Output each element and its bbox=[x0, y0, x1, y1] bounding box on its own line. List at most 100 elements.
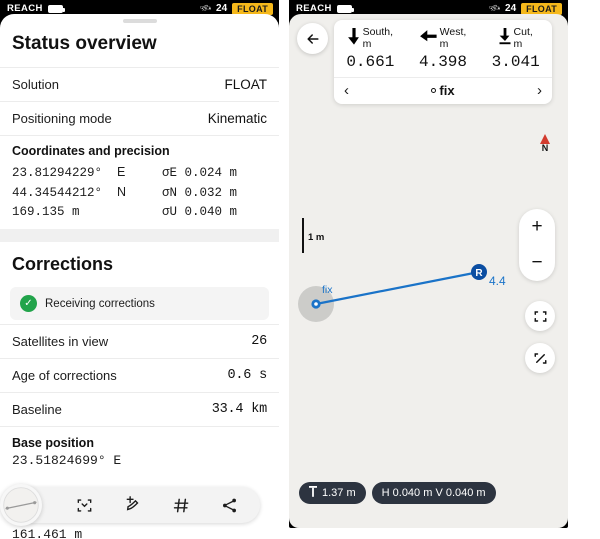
distance-label: 4.4 bbox=[489, 274, 506, 288]
coordinates-section: Coordinates and precision 23.81294229° E… bbox=[0, 135, 279, 229]
battery-icon bbox=[336, 4, 354, 13]
share-icon[interactable] bbox=[214, 489, 246, 521]
current-point-label: fix bbox=[322, 284, 333, 296]
table-row[interactable]: Solution FLOAT bbox=[0, 67, 279, 101]
map-view[interactable]: R fix 4.4 South, m 0.661 West, m 4.398 C… bbox=[289, 14, 568, 528]
coordinate-value: 23.81294229° E bbox=[12, 165, 162, 180]
coordinate-value: 44.34544212° N bbox=[12, 185, 162, 200]
coordinates-list: 23.81294229° E σE 0.024 m 44.34544212° N… bbox=[0, 162, 279, 229]
fit-points-icon[interactable] bbox=[69, 489, 101, 521]
banner-text: Receiving corrections bbox=[45, 297, 155, 310]
antenna-height-value: 1.37 m bbox=[322, 487, 356, 499]
status-bar-right: 🛰 24 FLOAT bbox=[198, 1, 273, 15]
coordinates-heading: Coordinates and precision bbox=[12, 144, 170, 158]
nav-value: 0.661 bbox=[346, 53, 395, 72]
row-value: FLOAT bbox=[224, 77, 267, 92]
screenshot-root: REACH 🛰 24 FLOAT Status overview Solutio… bbox=[0, 0, 600, 539]
base-position-line: 23.51824699° E bbox=[12, 453, 122, 468]
nav-cell-south: South, m 0.661 bbox=[334, 20, 407, 77]
precision-value: H 0.040 m V 0.040 m bbox=[381, 487, 486, 499]
compass-label: N bbox=[541, 143, 549, 153]
base-position-heading: Base position bbox=[12, 436, 94, 450]
nav-cell-cut: Cut, m 3.041 bbox=[479, 20, 552, 77]
status-bar-right: 🛰 24 FLOAT bbox=[487, 1, 562, 15]
nav-cell-west: West, m 4.398 bbox=[407, 20, 480, 77]
coordinate-axis: N bbox=[117, 184, 127, 199]
chevron-right-icon[interactable]: › bbox=[537, 82, 542, 99]
point-dot-icon bbox=[431, 88, 437, 94]
antenna-height-icon bbox=[309, 486, 317, 500]
arrow-down-icon bbox=[347, 27, 360, 50]
solution-rows: Solution FLOAT Positioning mode Kinemati… bbox=[0, 67, 279, 135]
nav-caption: South, m bbox=[336, 26, 405, 50]
coordinate-number: 23.81294229° bbox=[12, 165, 103, 180]
row-label: Baseline bbox=[12, 402, 62, 417]
back-button[interactable] bbox=[297, 23, 328, 54]
left-device-screen: REACH 🛰 24 FLOAT Status overview Solutio… bbox=[0, 0, 279, 539]
nav-caption: Cut, m bbox=[481, 26, 550, 50]
corrections-title: Corrections bbox=[12, 254, 114, 274]
row-label: Satellites in view bbox=[12, 334, 109, 349]
device-name: REACH bbox=[7, 3, 43, 14]
stakeout-nav-card: South, m 0.661 West, m 4.398 Cut, m 3.04… bbox=[334, 20, 552, 105]
satellite-count: 24 bbox=[216, 3, 228, 14]
table-row[interactable]: Satellites in view 26 bbox=[0, 324, 279, 358]
base-position-section: Base position 23.51824699° E 161.461 m bbox=[0, 426, 279, 539]
coordinate-value: 169.135 m bbox=[12, 204, 80, 219]
status-bar-left: REACH bbox=[7, 3, 65, 14]
antenna-height-pill: 1.37 m bbox=[299, 482, 366, 504]
nav-label: Cut, m bbox=[513, 26, 533, 50]
bottom-toolbar bbox=[6, 487, 260, 523]
center-on-position-icon[interactable] bbox=[525, 301, 555, 331]
nav-value: 3.041 bbox=[491, 53, 540, 72]
coordinate-sigma: σE 0.024 m bbox=[162, 165, 238, 180]
row-label: Solution bbox=[12, 77, 59, 92]
corrections-rows: Satellites in view 26 Age of corrections… bbox=[0, 324, 279, 426]
coordinate-sigma: σN 0.032 m bbox=[162, 185, 238, 200]
section-divider bbox=[0, 229, 279, 242]
north-arrow-icon: N bbox=[537, 134, 553, 154]
coordinate-row: 23.81294229° E σE 0.024 m bbox=[12, 162, 267, 182]
zoom-out-button[interactable]: − bbox=[519, 245, 555, 281]
nav-label-line1: West, bbox=[439, 26, 467, 38]
grid-icon[interactable] bbox=[165, 489, 197, 521]
row-value: 33.4 km bbox=[211, 402, 268, 417]
row-label: Positioning mode bbox=[12, 111, 112, 126]
nav-label-line2: m bbox=[439, 37, 449, 50]
zoom-control: + − bbox=[519, 209, 555, 281]
stakeout-line bbox=[315, 270, 480, 306]
table-row[interactable]: Baseline 33.4 km bbox=[0, 392, 279, 426]
nav-label-line1: Cut, bbox=[513, 26, 533, 38]
chevron-left-icon[interactable]: ‹ bbox=[344, 82, 349, 99]
page-title: Status overview bbox=[12, 33, 157, 54]
satellite-count: 24 bbox=[505, 3, 517, 14]
fit-to-extent-icon[interactable] bbox=[525, 343, 555, 373]
zoom-in-button[interactable]: + bbox=[519, 209, 555, 245]
arrow-down-to-line-icon bbox=[499, 27, 511, 50]
nav-label-line2: m bbox=[513, 37, 523, 50]
device-name: REACH bbox=[296, 3, 332, 14]
table-row[interactable]: Age of corrections 0.6 s bbox=[0, 358, 279, 392]
coordinate-sigma: σU 0.040 m bbox=[162, 204, 238, 219]
status-overview-sheet: Status overview Solution FLOAT Positioni… bbox=[0, 14, 279, 539]
row-label: Age of corrections bbox=[12, 368, 117, 383]
check-circle-icon: ✓ bbox=[20, 295, 37, 312]
base-position-line: 161.461 m bbox=[12, 527, 83, 539]
row-value: 26 bbox=[251, 334, 267, 349]
map-status-pills: 1.37 m H 0.040 m V 0.040 m bbox=[299, 482, 496, 504]
compass-dial-icon[interactable] bbox=[0, 484, 42, 526]
solution-status-badge: FLOAT bbox=[521, 2, 562, 15]
table-row[interactable]: Positioning mode Kinematic bbox=[0, 101, 279, 135]
nav-label-line2: m bbox=[362, 37, 372, 50]
point-selector: ‹ fix › bbox=[334, 77, 552, 104]
scale-bar-line bbox=[302, 218, 304, 253]
add-point-icon[interactable] bbox=[117, 489, 149, 521]
status-bar-left: REACH bbox=[296, 3, 354, 14]
battery-icon bbox=[47, 4, 65, 13]
svg-text:R: R bbox=[475, 268, 483, 279]
nav-caption: West, m bbox=[409, 26, 478, 50]
arrow-left-icon bbox=[419, 29, 437, 48]
point-name-text: fix bbox=[439, 83, 455, 99]
scale-label: 1 m bbox=[308, 232, 325, 243]
selected-point-name: fix bbox=[431, 83, 455, 99]
